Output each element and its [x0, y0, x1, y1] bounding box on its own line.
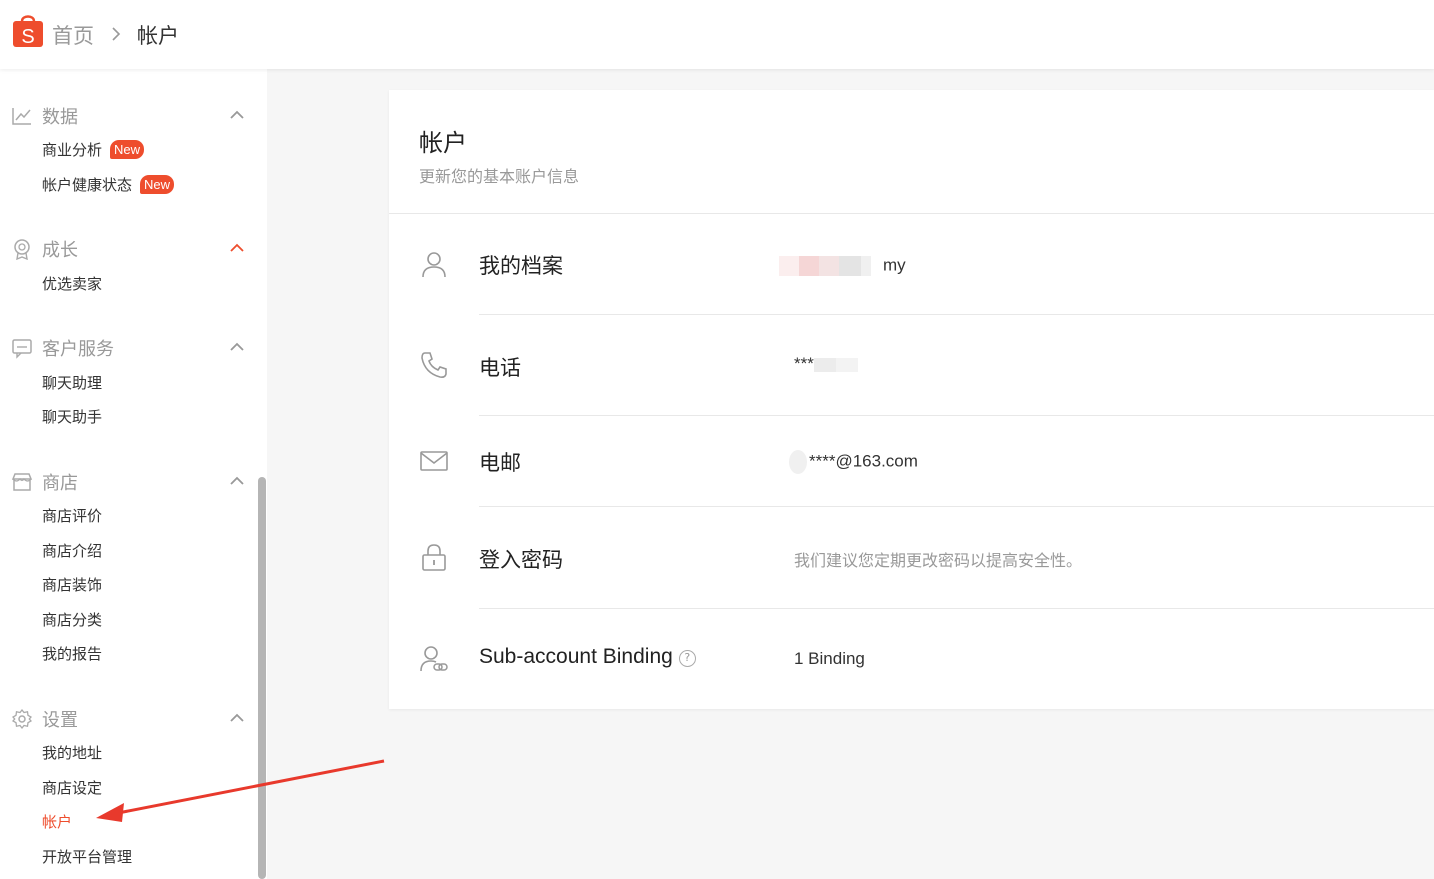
sidebar-item-my-address[interactable]: 我的地址	[42, 742, 102, 763]
help-icon[interactable]: ?	[678, 650, 696, 667]
sidebar-section-title: 设置	[42, 710, 78, 731]
row-divider	[479, 415, 1434, 416]
sidebar-section-title: 客户服务	[42, 339, 114, 360]
sidebar-item-label: 我的地址	[42, 744, 103, 762]
chevron-up-icon[interactable]	[229, 340, 245, 352]
sidebar-item-label: 商店介绍	[42, 542, 103, 560]
row-label: 登入密码	[479, 549, 563, 572]
sidebar-item-label: 帐户	[42, 813, 73, 831]
password-hint: 我们建议您定期更改密码以提高安全性。	[794, 551, 1083, 570]
sidebar-section-settings[interactable]: 设置	[0, 703, 258, 733]
user-link-icon	[420, 646, 448, 672]
top-header: S 首页 帐户	[0, 0, 1434, 69]
sidebar-section-growth[interactable]: 成长	[0, 233, 258, 263]
new-badge: New	[110, 140, 145, 159]
sidebar-item-label: 商店装饰	[42, 576, 103, 594]
chat-bubble-icon	[12, 339, 32, 359]
row-value: ****@163.com	[787, 450, 918, 474]
sidebar-item-my-reports[interactable]: 我的报告	[42, 643, 102, 664]
row-divider	[479, 608, 1434, 609]
sidebar-item-chat-assistant[interactable]: 聊天助理	[42, 372, 102, 393]
sidebar-item-business-analysis[interactable]: 商业分析 New	[42, 139, 145, 160]
sidebar-item-label: 商业分析	[42, 141, 103, 159]
sidebar-item-label: 聊天助手	[42, 408, 103, 426]
row-value: my	[779, 253, 906, 279]
chart-line-icon	[12, 108, 31, 125]
sidebar-item-account-health[interactable]: 帐户健康状态 New	[42, 174, 175, 195]
sidebar-item-open-platform[interactable]: 开放平台管理	[42, 846, 132, 867]
logo-letter: S	[21, 26, 34, 48]
redacted-area	[779, 256, 871, 276]
breadcrumb-home[interactable]: 首页	[52, 20, 94, 50]
header-divider	[389, 213, 1434, 214]
row-divider	[479, 506, 1434, 507]
sidebar-item-shop-decoration[interactable]: 商店装饰	[42, 574, 102, 595]
page-title: 帐户	[419, 129, 467, 157]
sidebar-item-shop-rating[interactable]: 商店评价	[42, 505, 102, 526]
award-icon	[14, 239, 30, 260]
sidebar-item-preferred-seller[interactable]: 优选卖家	[42, 273, 102, 294]
sidebar-item-chat-helper[interactable]: 聊天助手	[42, 406, 102, 427]
sidebar-section-data[interactable]: 数据	[0, 100, 258, 130]
user-icon	[422, 252, 446, 278]
sidebar-item-label: 优选卖家	[42, 275, 103, 293]
sidebar-section-title: 数据	[42, 107, 78, 128]
sidebar-item-shop-profile[interactable]: 商店介绍	[42, 540, 102, 561]
sidebar-section-title: 商店	[42, 473, 78, 494]
sidebar-item-label: 我的报告	[42, 645, 103, 663]
sidebar-item-label: 商店评价	[42, 507, 103, 525]
page-subtitle: 更新您的基本账户信息	[419, 167, 580, 186]
phone-masked: ***	[794, 354, 814, 373]
redacted-area	[813, 357, 858, 372]
breadcrumb-current: 帐户	[137, 24, 179, 48]
row-label: 电邮	[479, 452, 521, 475]
email-masked: ****@163.com	[809, 451, 918, 471]
sidebar-item-shop-category[interactable]: 商店分类	[42, 609, 102, 630]
profile-username: my	[883, 255, 906, 275]
phone-icon	[421, 352, 447, 378]
sidebar-item-label: 开放平台管理	[42, 848, 133, 866]
new-badge: New	[140, 175, 175, 194]
mail-icon	[420, 451, 448, 471]
row-value: ***	[794, 354, 858, 374]
binding-count[interactable]: 1 Binding	[794, 649, 865, 669]
sidebar-section-customer-service[interactable]: 客户服务	[0, 332, 258, 362]
sidebar-item-label: 商店设定	[42, 779, 103, 797]
chevron-up-icon[interactable]	[229, 711, 245, 723]
chevron-up-icon[interactable]	[229, 108, 245, 120]
sidebar: 数据 商业分析 New 帐户健康状态 New 成长 优选卖家 客户服务 聊天助理…	[0, 69, 267, 879]
chevron-up-icon[interactable]	[229, 241, 245, 253]
row-label: 我的档案	[479, 255, 563, 278]
shop-logo-icon[interactable]: S	[12, 12, 44, 48]
chevron-right-icon	[112, 27, 121, 41]
row-label: Sub-account Binding	[479, 645, 673, 668]
sidebar-section-title: 成长	[42, 240, 78, 261]
sidebar-scrollbar[interactable]	[258, 477, 266, 879]
sidebar-item-shop-settings[interactable]: 商店设定	[42, 777, 102, 798]
account-card: 帐户 更新您的基本账户信息 我的档案 my 电话 *** 电邮 ****@163…	[389, 90, 1434, 709]
row-divider	[479, 314, 1434, 315]
sidebar-section-shop[interactable]: 商店	[0, 466, 258, 496]
store-icon	[11, 473, 33, 491]
chevron-up-icon[interactable]	[229, 474, 245, 486]
sidebar-item-label: 商店分类	[42, 611, 103, 629]
row-label-wrapper: Sub-account Binding?	[479, 645, 696, 669]
row-label: 电话	[479, 357, 521, 380]
redacted-area	[789, 450, 807, 474]
sidebar-item-label: 帐户健康状态	[42, 176, 133, 194]
lock-icon	[422, 544, 446, 571]
sidebar-item-account[interactable]: 帐户	[42, 811, 72, 832]
sidebar-item-label: 聊天助理	[42, 374, 103, 392]
gear-icon	[11, 708, 33, 730]
